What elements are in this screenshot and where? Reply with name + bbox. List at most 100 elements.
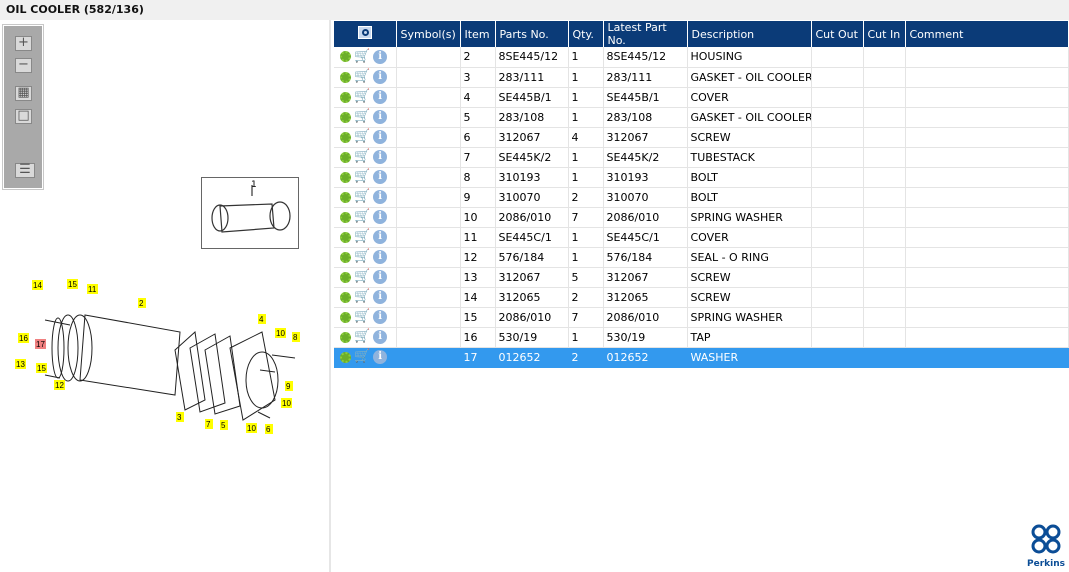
table-row[interactable]: 🛒 i 15 2086/010 7 2086/010 SPRING WASHER <box>334 307 1069 328</box>
cart-icon[interactable]: 🛒 <box>354 150 370 163</box>
zoom-in-button[interactable]: + <box>15 36 32 51</box>
table-row[interactable]: 🛒 i 3 283/111 1 283/111 GASKET - OIL COOL… <box>334 67 1069 88</box>
callout[interactable]: 14 <box>32 280 43 290</box>
callout[interactable]: 8 <box>292 332 300 342</box>
gear-icon[interactable] <box>340 111 351 123</box>
thumbnail-view[interactable]: 1 <box>201 177 299 249</box>
column-header-parts-no[interactable]: Parts No. <box>495 21 569 47</box>
cart-icon[interactable]: 🛒 <box>354 130 370 143</box>
column-header-latest-part-no[interactable]: Latest Part No. <box>603 21 688 47</box>
callout[interactable]: 15 <box>67 279 78 289</box>
table-row[interactable]: 🛒 i 13 312067 5 312067 SCREW <box>334 267 1069 288</box>
column-header-qty[interactable]: Qty. <box>568 21 604 47</box>
table-row[interactable]: 🛒 i 14 312065 2 312065 SCREW <box>334 287 1069 308</box>
table-row[interactable]: 🛒 i 2 8SE445/12 1 8SE445/12 HOUSING <box>334 47 1069 68</box>
cart-icon[interactable]: 🛒 <box>354 190 370 203</box>
column-header-item[interactable]: Item <box>460 21 496 47</box>
callout[interactable]: 16 <box>18 333 29 343</box>
table-row[interactable]: 🛒 i 7 SE445K/2 1 SE445K/2 TUBESTACK <box>334 147 1069 168</box>
cart-icon[interactable]: 🛒 <box>354 330 370 343</box>
callout[interactable]: 2 <box>138 298 146 308</box>
diagram-panel[interactable]: + − ▦ □ ☰ 1 14 15 11 2 16 17 13 15 12 4 … <box>0 20 331 572</box>
callout[interactable]: 6 <box>265 424 273 434</box>
callout-highlighted[interactable]: 17 <box>35 339 46 349</box>
table-row[interactable]: 🛒 i 11 SE445C/1 1 SE445C/1 COVER <box>334 227 1069 248</box>
column-header-comment[interactable]: Comment <box>905 21 1069 47</box>
gear-icon[interactable] <box>340 351 351 363</box>
table-row[interactable]: 🛒 i 4 SE445B/1 1 SE445B/1 COVER <box>334 87 1069 108</box>
callout[interactable]: 9 <box>285 381 293 391</box>
info-icon[interactable]: i <box>373 110 388 124</box>
gear-icon[interactable] <box>340 71 351 83</box>
cart-icon[interactable]: 🛒 <box>354 210 370 223</box>
cart-icon[interactable]: 🛒 <box>354 350 370 363</box>
zoom-out-button[interactable]: − <box>15 58 32 73</box>
gear-icon[interactable] <box>340 231 351 243</box>
table-row[interactable]: 🛒 i 9 310070 2 310070 BOLT <box>334 187 1069 208</box>
table-row[interactable]: 🛒 i 8 310193 1 310193 BOLT <box>334 167 1069 188</box>
info-icon[interactable]: i <box>373 330 388 344</box>
fit-view-button[interactable]: ▦ <box>15 86 32 101</box>
cart-icon[interactable]: 🛒 <box>354 90 370 103</box>
gear-icon[interactable] <box>340 331 351 343</box>
callout[interactable]: 13 <box>15 359 26 369</box>
info-icon[interactable]: i <box>373 350 388 364</box>
cart-icon[interactable]: 🛒 <box>354 230 370 243</box>
column-header-description[interactable]: Description <box>687 21 812 47</box>
actual-size-button[interactable]: □ <box>15 109 32 124</box>
table-row[interactable]: 🛒 i 6 312067 4 312067 SCREW <box>334 127 1069 148</box>
info-icon[interactable]: i <box>373 190 388 204</box>
gear-icon[interactable] <box>340 91 351 103</box>
callout[interactable]: 12 <box>54 380 65 390</box>
info-icon[interactable]: i <box>373 49 388 64</box>
callout[interactable]: 3 <box>176 412 184 422</box>
cart-icon[interactable]: 🛒 <box>354 70 370 83</box>
cart-icon[interactable]: 🛒 <box>354 310 370 323</box>
callout[interactable]: 10 <box>281 398 292 408</box>
callout[interactable]: 15 <box>36 363 47 373</box>
gear-icon[interactable] <box>340 151 351 163</box>
info-icon[interactable]: i <box>373 170 388 184</box>
callout[interactable]: 4 <box>258 314 266 324</box>
cart-icon[interactable]: 🛒 <box>354 170 370 183</box>
column-header-cut-in[interactable]: Cut In <box>863 21 906 47</box>
gear-icon[interactable] <box>340 291 351 303</box>
column-header-cut-out[interactable]: Cut Out <box>811 21 864 47</box>
info-icon[interactable]: i <box>373 230 388 244</box>
gear-icon[interactable] <box>340 191 351 203</box>
gear-icon[interactable] <box>340 51 351 63</box>
gear-icon[interactable] <box>340 311 351 323</box>
callout[interactable]: 10 <box>275 328 286 338</box>
info-icon[interactable]: i <box>373 270 388 284</box>
table-row[interactable]: 🛒 i 16 530/19 1 530/19 TAP <box>334 327 1069 348</box>
cart-icon[interactable]: 🛒 <box>354 250 370 263</box>
table-row[interactable]: 🛒 i 17 012652 2 012652 WASHER <box>334 347 1069 368</box>
callout[interactable]: 5 <box>220 420 228 430</box>
toggle-panel-button[interactable]: ☰ <box>15 163 35 178</box>
gear-icon[interactable] <box>340 131 351 143</box>
gear-icon[interactable] <box>340 171 351 183</box>
cart-icon[interactable]: 🛒 <box>354 270 370 283</box>
info-icon[interactable]: i <box>373 290 388 304</box>
gear-icon[interactable] <box>340 211 351 223</box>
info-icon[interactable]: i <box>373 150 388 164</box>
info-icon[interactable]: i <box>373 210 388 224</box>
info-icon[interactable]: i <box>373 130 388 144</box>
callout[interactable]: 10 <box>246 423 257 433</box>
table-row[interactable]: 🛒 i 12 576/184 1 576/184 SEAL - O RING <box>334 247 1069 268</box>
callout[interactable]: 7 <box>205 419 213 429</box>
exploded-diagram[interactable]: 14 15 11 2 16 17 13 15 12 4 10 8 9 10 3 … <box>0 270 330 450</box>
gear-icon[interactable] <box>340 271 351 283</box>
info-icon[interactable]: i <box>373 250 388 264</box>
column-header-search[interactable] <box>334 21 397 47</box>
search-parts-icon[interactable] <box>357 26 372 39</box>
cart-icon[interactable]: 🛒 <box>354 50 370 63</box>
table-row[interactable]: 🛒 i 5 283/108 1 283/108 GASKET - OIL COOL… <box>334 107 1069 128</box>
info-icon[interactable]: i <box>373 310 388 324</box>
info-icon[interactable]: i <box>373 70 388 84</box>
cart-icon[interactable]: 🛒 <box>354 290 370 303</box>
info-icon[interactable]: i <box>373 90 388 104</box>
gear-icon[interactable] <box>340 251 351 263</box>
callout[interactable]: 11 <box>87 284 98 294</box>
cart-icon[interactable]: 🛒 <box>354 110 370 123</box>
